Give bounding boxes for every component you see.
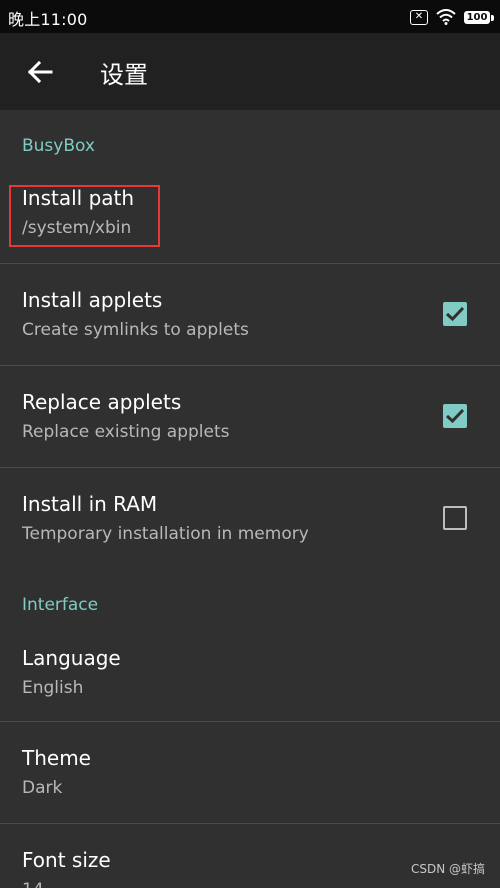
status-time: 晚上11:00: [8, 10, 88, 29]
battery-level: 100: [466, 11, 488, 23]
pref-title: Language: [22, 646, 121, 670]
pref-title: Font size: [22, 848, 111, 872]
pref-theme[interactable]: Theme Dark: [0, 722, 500, 823]
pref-summary: English: [22, 678, 84, 698]
no-sim-icon: ✕: [410, 9, 428, 25]
pref-title: Replace applets: [22, 390, 182, 414]
pref-title: Install in RAM: [22, 492, 158, 516]
section-header-busybox: BusyBox: [22, 136, 95, 156]
settings-list: BusyBox Install path /system/xbin Instal…: [0, 110, 500, 888]
app-bar: 设置: [0, 33, 500, 110]
highlight-annotation: [9, 185, 160, 247]
pref-title: Install applets: [22, 288, 163, 312]
pref-summary: Create symlinks to applets: [22, 320, 249, 340]
pref-install-applets[interactable]: Install applets Create symlinks to apple…: [0, 264, 500, 365]
arrow-back-icon[interactable]: [25, 57, 55, 87]
battery-icon: 100: [464, 10, 494, 24]
status-icons: ✕ 100: [410, 7, 494, 27]
install-applets-checkbox[interactable]: [443, 302, 467, 326]
install-in-ram-checkbox[interactable]: [443, 506, 467, 530]
pref-summary: Replace existing applets: [22, 422, 230, 442]
watermark: CSDN @虾搞: [410, 862, 485, 876]
wifi-icon: [436, 9, 456, 25]
status-bar: 晚上11:00 ✕ 100: [0, 0, 500, 33]
section-header-interface: Interface: [22, 595, 99, 615]
pref-summary: Temporary installation in memory: [22, 524, 309, 544]
pref-replace-applets[interactable]: Replace applets Replace existing applets: [0, 366, 500, 467]
replace-applets-checkbox[interactable]: [443, 404, 467, 428]
pref-install-in-ram[interactable]: Install in RAM Temporary installation in…: [0, 468, 500, 569]
pref-language[interactable]: Language English: [0, 630, 500, 721]
pref-title: Theme: [22, 746, 91, 770]
pref-font-size[interactable]: Font size 14: [0, 824, 500, 888]
pref-summary: Dark: [22, 778, 63, 798]
check-icon: [445, 306, 465, 322]
pref-summary: 14: [22, 880, 44, 888]
page-title: 设置: [100, 61, 148, 89]
check-icon: [445, 408, 465, 424]
